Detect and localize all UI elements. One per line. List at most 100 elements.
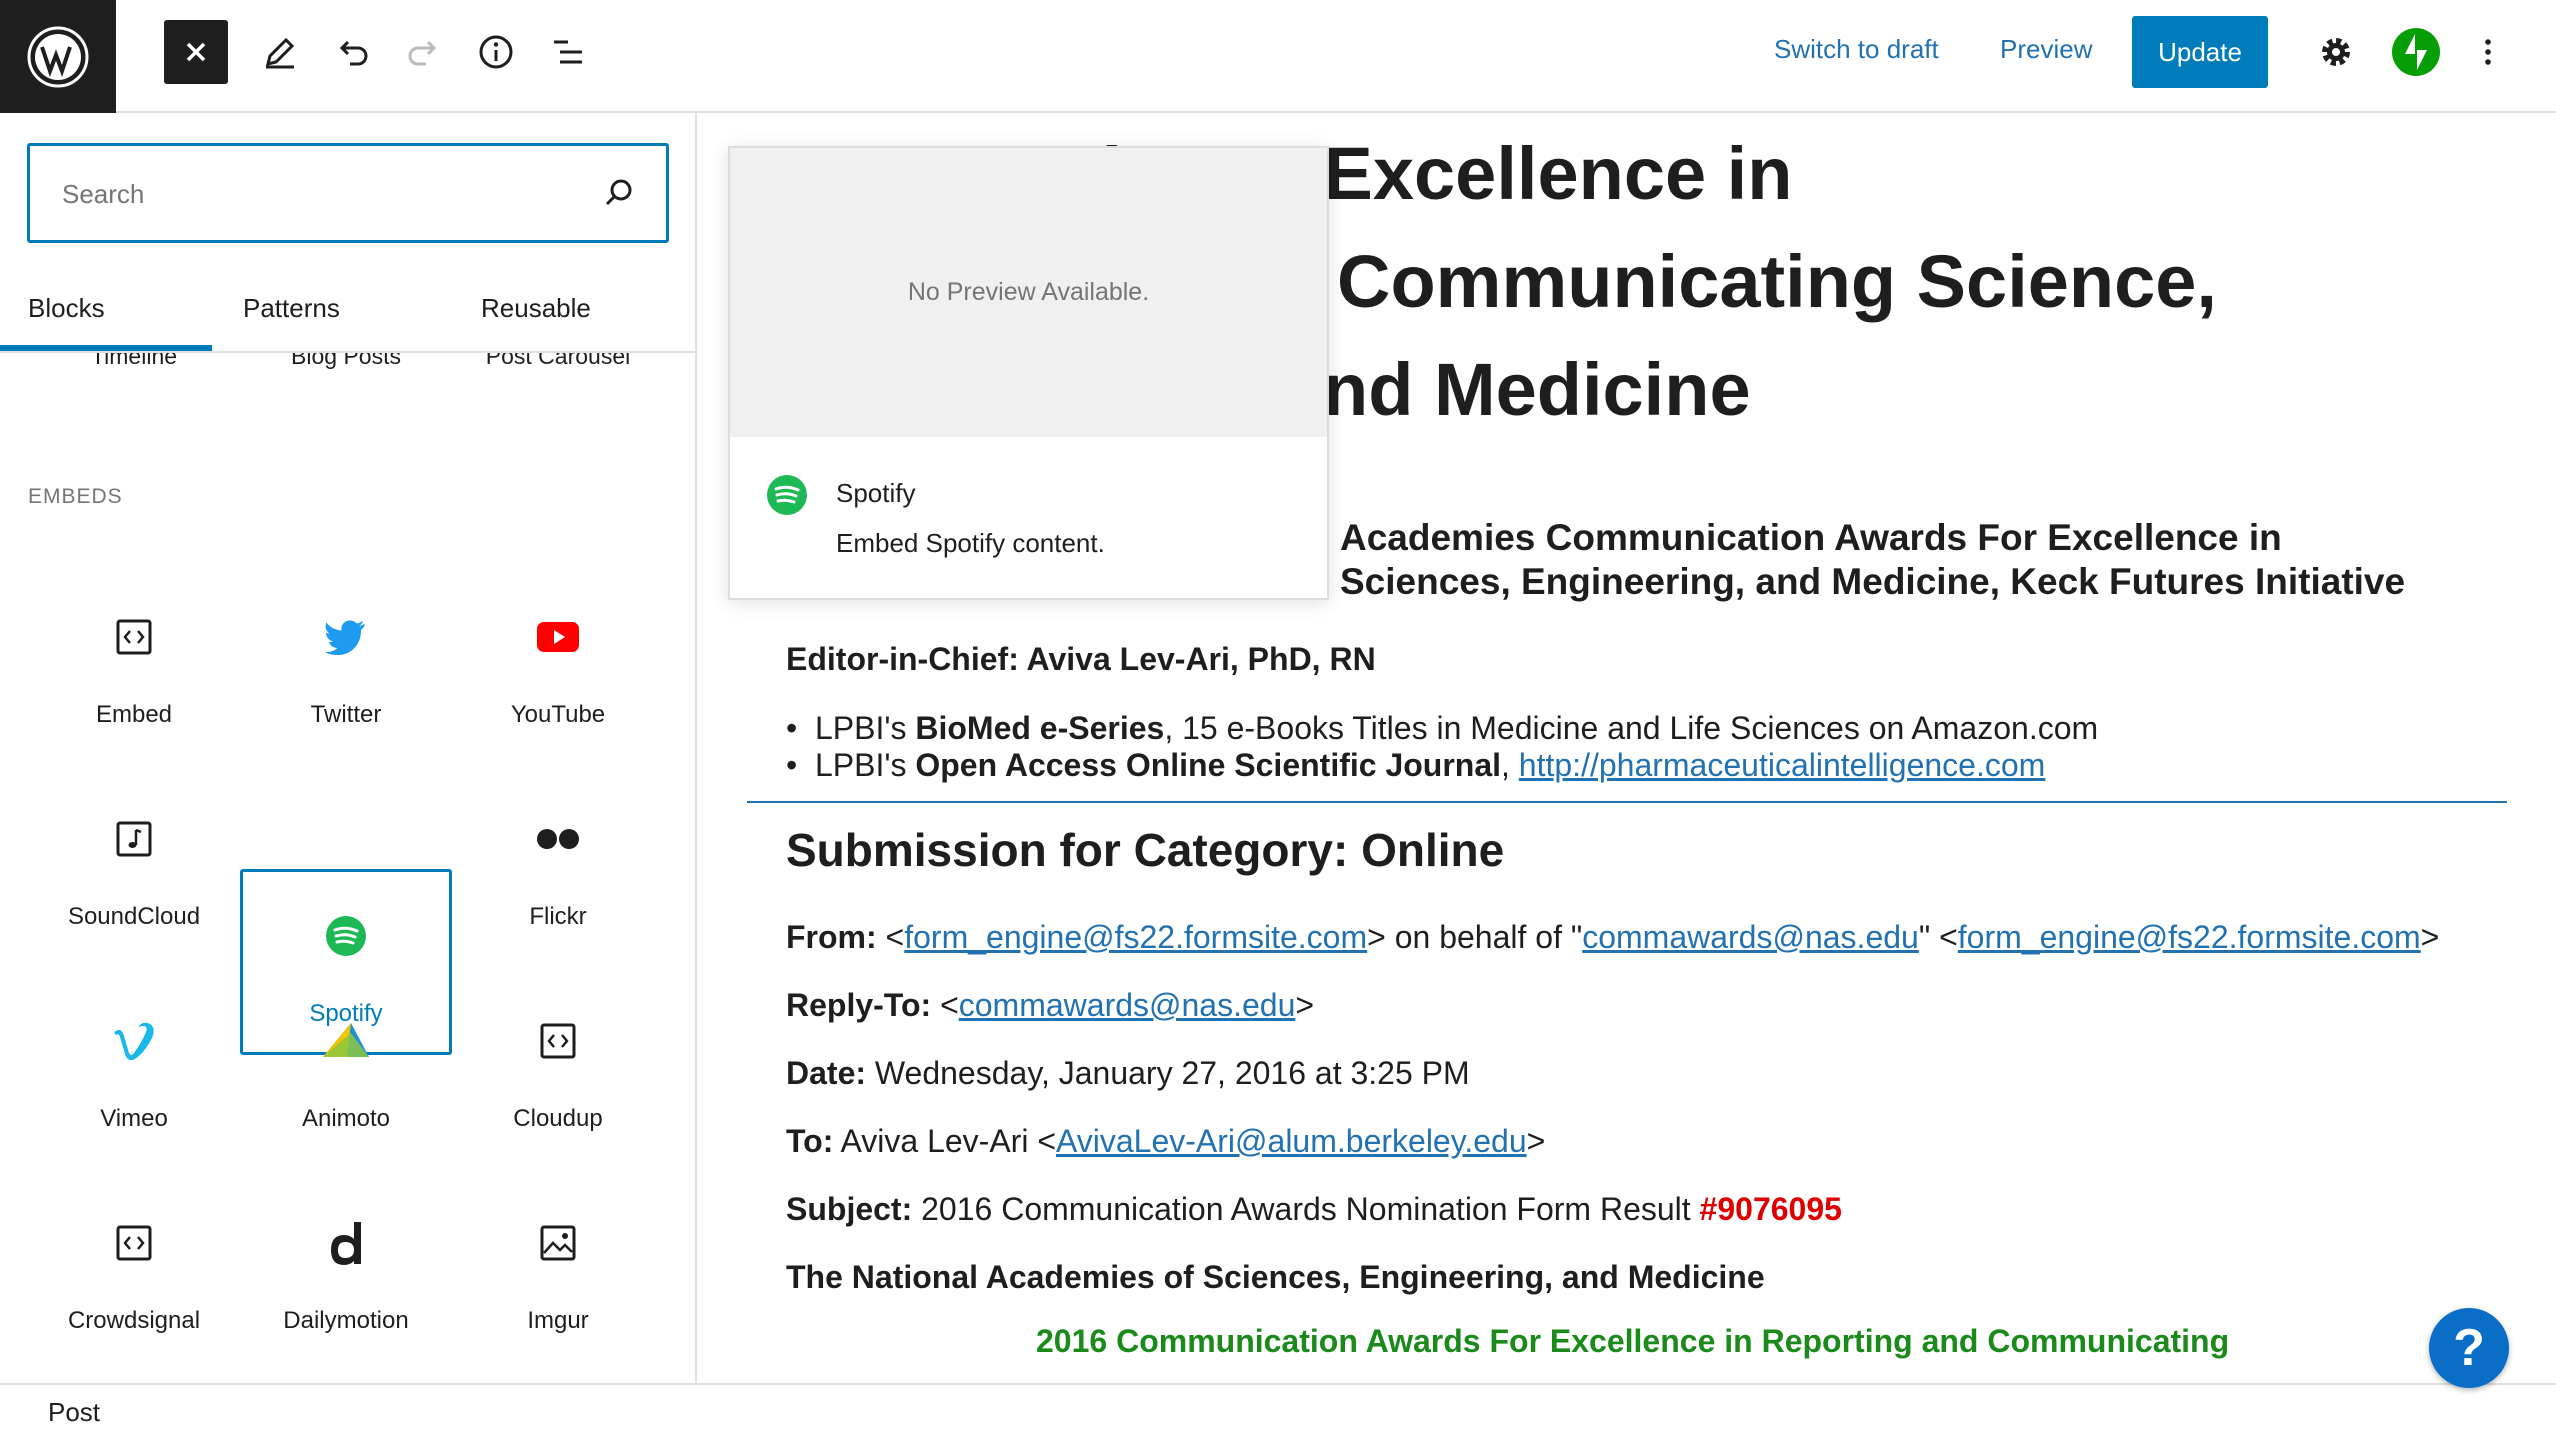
redo-icon <box>408 40 437 66</box>
soundcloud-icon <box>116 821 152 857</box>
twitter-icon <box>325 620 365 655</box>
tab-patterns[interactable]: Patterns <box>243 293 340 324</box>
image-icon <box>540 1225 576 1261</box>
inserter-tabs: Blocks Patterns Reusable <box>0 283 695 353</box>
close-icon <box>186 42 206 62</box>
bullet-item[interactable]: • LPBI's Open Access Online Scientific J… <box>786 747 2045 784</box>
pencil-icon <box>265 37 295 69</box>
preview-description: Embed Spotify content. <box>836 528 1105 558</box>
wordpress-logo-icon[interactable] <box>0 0 116 113</box>
search-placeholder: Search <box>62 179 145 209</box>
block-item-youtube[interactable]: YouTube <box>452 573 664 759</box>
organization-line[interactable]: The National Academies of Sciences, Engi… <box>786 1259 1765 1296</box>
block-label: Imgur <box>527 1307 589 1334</box>
block-item-crowdsignal[interactable]: Crowdsignal <box>28 1179 240 1365</box>
options-menu-button[interactable] <box>2456 20 2520 84</box>
email-link[interactable]: AvivaLev-Ari@alum.berkeley.edu <box>1056 1123 1527 1159</box>
separator <box>747 801 2507 803</box>
undo-button[interactable] <box>320 20 384 84</box>
crowdsignal-icon <box>116 1225 152 1261</box>
tab-reusable[interactable]: Reusable <box>481 293 591 324</box>
embeds-section-title: EMBEDS <box>28 485 123 508</box>
flickr-icon <box>537 829 579 849</box>
email-to-line[interactable]: To: Aviva Lev-Ari <AvivaLev-Ari@alum.ber… <box>786 1123 1545 1160</box>
post-title-line-3[interactable]: nd Medicine <box>1323 347 1751 432</box>
block-label: Embed <box>95 701 173 728</box>
settings-button[interactable] <box>2304 20 2368 84</box>
preview-title: Spotify <box>836 478 916 508</box>
spotify-icon <box>767 475 807 515</box>
block-item-blog-posts[interactable]: Blog Posts <box>240 353 452 370</box>
help-button[interactable]: ? <box>2429 1308 2509 1388</box>
redo-button[interactable] <box>392 20 456 84</box>
partially-hidden-row: Timeline Blog Posts Post Carousel <box>0 353 695 383</box>
email-link[interactable]: commawards@nas.edu <box>1582 919 1919 955</box>
block-item-timeline[interactable]: Timeline <box>28 353 240 370</box>
active-tab-indicator <box>0 345 212 351</box>
search-icon <box>605 179 632 206</box>
top-toolbar: Switch to draft Preview Update <box>0 0 2556 113</box>
undo-icon <box>339 40 368 66</box>
block-preview-popover: No Preview Available. Spotify Embed Spot… <box>728 146 1329 600</box>
block-label: SoundCloud <box>67 903 201 930</box>
subtitle-line-2[interactable]: Sciences, Engineering, and Medicine, Kec… <box>1340 561 2405 603</box>
tools-button[interactable] <box>248 20 312 84</box>
breadcrumb-post[interactable]: Post <box>48 1397 100 1428</box>
more-vertical-icon <box>2485 39 2491 65</box>
block-item-animoto[interactable]: Animoto <box>240 977 452 1163</box>
block-item-post-carousel[interactable]: Post Carousel <box>452 353 664 370</box>
info-icon <box>479 35 513 69</box>
email-from-line[interactable]: From: <form_engine@fs22.formsite.com> on… <box>786 919 2439 956</box>
subtitle-line-1[interactable]: Academies Communication Awards For Excel… <box>1340 517 2282 559</box>
switch-to-draft-button[interactable]: Switch to draft <box>1774 34 1939 65</box>
jetpack-button[interactable] <box>2384 20 2448 84</box>
section-heading[interactable]: Submission for Category: Online <box>786 823 1504 877</box>
youtube-icon <box>537 622 579 652</box>
email-reply-to-line[interactable]: Reply-To: <commawards@nas.edu> <box>786 987 1314 1024</box>
journal-link[interactable]: http://pharmaceuticalintelligence.com <box>1519 747 2046 783</box>
close-inserter-button[interactable] <box>164 20 228 84</box>
block-label: YouTube <box>510 701 606 728</box>
block-item-vimeo[interactable]: Vimeo <box>28 977 240 1163</box>
details-button[interactable] <box>464 20 528 84</box>
vimeo-icon <box>114 1022 154 1060</box>
block-label: Vimeo <box>100 1105 168 1132</box>
block-item-twitter[interactable]: Twitter <box>240 573 452 759</box>
gear-icon <box>2322 38 2350 66</box>
spotify-icon <box>326 916 366 956</box>
breadcrumb-footer: Post <box>0 1383 2556 1432</box>
jetpack-icon <box>2392 28 2440 76</box>
update-button[interactable]: Update <box>2132 16 2268 88</box>
preview-button[interactable]: Preview <box>2000 34 2092 65</box>
editor-in-chief[interactable]: Editor-in-Chief: Aviva Lev-Ari, PhD, RN <box>786 641 1376 678</box>
block-item-cloudup[interactable]: Cloudup <box>452 977 664 1163</box>
email-subject-line[interactable]: Subject: 2016 Communication Awards Nomin… <box>786 1191 1842 1228</box>
block-item-embed[interactable]: Embed <box>28 573 240 759</box>
block-label: Flickr <box>529 903 587 930</box>
email-link[interactable]: form_engine@fs22.formsite.com <box>904 919 1367 955</box>
block-item-soundcloud[interactable]: SoundCloud <box>28 775 240 961</box>
tab-blocks[interactable]: Blocks <box>28 293 105 324</box>
block-label: Crowdsignal <box>67 1307 201 1334</box>
block-search-input[interactable]: Search <box>27 143 669 243</box>
animoto-icon <box>323 1023 369 1057</box>
email-link[interactable]: form_engine@fs22.formsite.com <box>1958 919 2421 955</box>
block-label: Twitter <box>310 701 382 728</box>
block-item-dailymotion[interactable]: Dailymotion <box>240 1179 452 1365</box>
block-item-imgur[interactable]: Imgur <box>452 1179 664 1365</box>
award-title-line[interactable]: 2016 Communication Awards For Excellence… <box>1036 1323 2229 1360</box>
post-title-line-2[interactable]: Communicating Science, <box>1337 239 2217 324</box>
block-label: Cloudup <box>513 1105 603 1132</box>
block-item-flickr[interactable]: Flickr <box>452 775 664 961</box>
bullet-item[interactable]: • LPBI's BioMed e-Series, 15 e-Books Tit… <box>786 710 2098 747</box>
embed-icon <box>116 619 152 655</box>
cloudup-icon <box>540 1023 576 1059</box>
list-view-icon <box>554 40 582 64</box>
list-view-button[interactable] <box>536 20 600 84</box>
block-label: Dailymotion <box>283 1307 409 1334</box>
email-date-line[interactable]: Date: Wednesday, January 27, 2016 at 3:2… <box>786 1055 1470 1092</box>
dailymotion-icon <box>331 1222 361 1265</box>
block-inserter-panel: Search Blocks Patterns Reusable Timeline… <box>0 113 697 1383</box>
block-label: Animoto <box>301 1105 391 1132</box>
email-link[interactable]: commawards@nas.edu <box>959 987 1296 1023</box>
